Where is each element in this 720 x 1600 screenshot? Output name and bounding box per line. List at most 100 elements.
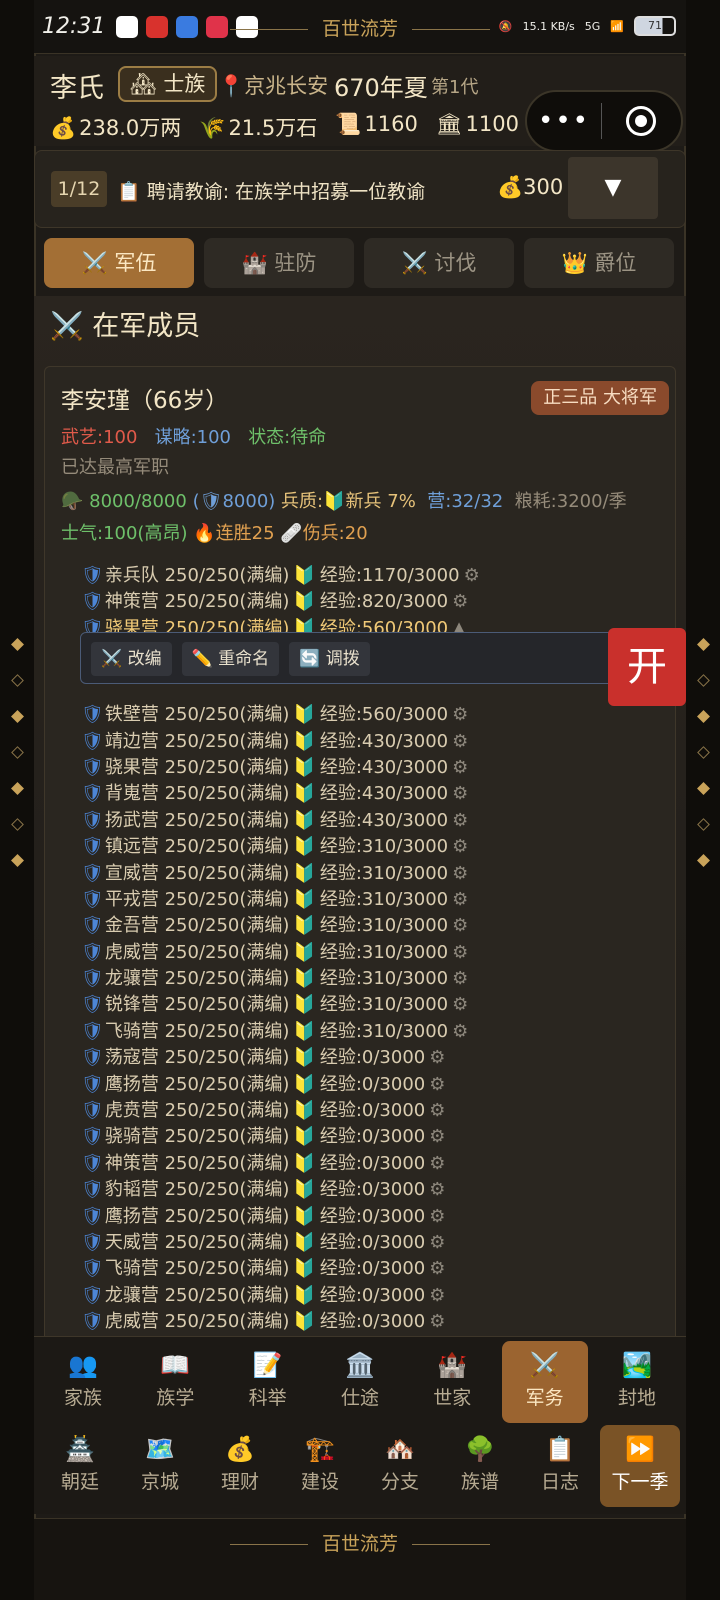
task-banner[interactable]: 1/12 📋 聘请教谕: 在族学中招募一位教谕 💰300 ▼ (34, 150, 686, 228)
nav-item[interactable]: 🏞️ 封地 (594, 1341, 680, 1423)
camp-row[interactable]: 🛡神策营 250/250(满编) 🔰 经验:0/3000 ⚙ (81, 1151, 480, 1177)
status-stat: 状态:待命 (248, 427, 327, 448)
rookie-icon: 🔰 (293, 1047, 316, 1069)
gear-icon[interactable]: ⚙ (429, 1258, 445, 1279)
gear-icon[interactable]: ⚙ (452, 591, 468, 612)
camp-exp: 经验:430/3000 (319, 783, 449, 805)
camp-row[interactable]: 🛡神策营 250/250(满编) 🔰 经验:820/3000 ⚙ (81, 589, 480, 615)
gear-icon[interactable]: ⚙ (452, 783, 468, 804)
camp-row[interactable]: 🛡镇远营 250/250(满编) 🔰 经验:310/3000 ⚙ (81, 834, 480, 860)
float-open-button[interactable]: 开 (608, 628, 686, 706)
camp-name: 锐锋营 (104, 994, 159, 1016)
gear-icon[interactable]: ⚙ (429, 1206, 445, 1227)
close-button[interactable] (626, 106, 656, 136)
nav-item[interactable]: 🏘️ 分支 (360, 1425, 440, 1507)
shield-icon: 🛡 (81, 756, 104, 778)
gear-icon[interactable]: ⚙ (429, 1232, 445, 1253)
gear-icon[interactable]: ⚙ (429, 1126, 445, 1147)
gear-icon[interactable]: ⚙ (464, 565, 480, 586)
tab-nobility[interactable]: 👑 爵位 (524, 238, 674, 288)
bandage-icon: 🩹 (280, 523, 303, 544)
camp-row[interactable]: 🛡虎威营 250/250(满编) 🔰 经验:0/3000 ⚙ (81, 1309, 480, 1335)
camp-row[interactable]: 🛡虎威营 250/250(满编) 🔰 经验:310/3000 ⚙ (81, 940, 480, 966)
camp-row[interactable]: 🛡龙骧营 250/250(满编) 🔰 经验:0/3000 ⚙ (81, 1283, 480, 1309)
camp-row[interactable]: 🛡锐锋营 250/250(满编) 🔰 经验:310/3000 ⚙ (81, 992, 480, 1018)
gear-icon[interactable]: ⚙ (452, 915, 468, 936)
camp-exp: 经验:0/3000 (319, 1047, 426, 1069)
rank-badge[interactable]: 🏘 士族 (118, 66, 218, 102)
camp-row[interactable]: 🛡金吾营 250/250(满编) 🔰 经验:310/3000 ⚙ (81, 913, 480, 939)
gear-icon[interactable]: ⚙ (452, 810, 468, 831)
camp-row[interactable]: 🛡宣威营 250/250(满编) 🔰 经验:310/3000 ⚙ (81, 861, 480, 887)
camp-row[interactable]: 🛡龙骧营 250/250(满编) 🔰 经验:310/3000 ⚙ (81, 966, 480, 992)
gear-icon[interactable]: ⚙ (429, 1311, 445, 1332)
camp-size: 250/250(满编) (164, 1152, 290, 1174)
gear-icon[interactable]: ⚙ (429, 1285, 445, 1306)
camp-row[interactable]: 🛡骁骑营 250/250(满编) 🔰 经验:0/3000 ⚙ (81, 1124, 480, 1150)
tab-campaign[interactable]: ⚔️ 讨伐 (364, 238, 514, 288)
gear-icon[interactable]: ⚙ (452, 704, 468, 725)
camp-size: 250/250(满编) (164, 1179, 290, 1201)
bottom-nav: 👥 家族 📖 族学 📝 科举 🏛️ 仕途 🏰 世家 ⚔️ 军务 🏞️ 封地 🏯 朝廷 🗺️ 京城 💰 理财 🏗️ 建设 🏘… (34, 1336, 686, 1514)
rename-button[interactable]: ✏️ 重命名 (181, 642, 280, 676)
camp-row[interactable]: 🛡铁壁营 250/250(满编) 🔰 经验:560/3000 ⚙ (81, 702, 480, 728)
camp-row[interactable]: 🛡平戎营 250/250(满编) 🔰 经验:310/3000 ⚙ (81, 887, 480, 913)
camp-row[interactable]: 🛡荡寇营 250/250(满编) 🔰 经验:0/3000 ⚙ (81, 1045, 480, 1071)
camp-size: 250/250(满编) (164, 888, 290, 910)
tab-army[interactable]: ⚔️ 军伍 (44, 238, 194, 288)
gear-icon[interactable]: ⚙ (452, 994, 468, 1015)
gear-icon[interactable]: ⚙ (452, 942, 468, 963)
gear-icon[interactable]: ⚙ (452, 889, 468, 910)
gear-icon[interactable]: ⚙ (452, 757, 468, 778)
camp-row[interactable]: 🛡鹰扬营 250/250(满编) 🔰 经验:0/3000 ⚙ (81, 1204, 480, 1230)
more-button[interactable]: ••• (527, 106, 601, 136)
nav-item[interactable]: 💰 理财 (200, 1425, 280, 1507)
nav-item[interactable]: ⚔️ 军务 (501, 1341, 588, 1423)
camp-row[interactable]: 🛡鹰扬营 250/250(满编) 🔰 经验:0/3000 ⚙ (81, 1072, 480, 1098)
camp-row[interactable]: 🛡豹韬营 250/250(满编) 🔰 经验:0/3000 ⚙ (81, 1177, 480, 1203)
shield-icon: 🛡 (81, 915, 104, 937)
camp-exp: 经验:0/3000 (319, 1152, 426, 1174)
nav-item[interactable]: 📋 日志 (520, 1425, 600, 1507)
gear-icon[interactable]: ⚙ (429, 1074, 445, 1095)
camp-row[interactable]: 🛡飞骑营 250/250(满编) 🔰 经验:0/3000 ⚙ (81, 1256, 480, 1282)
rookie-icon: 🔰 (293, 994, 316, 1016)
gear-icon[interactable]: ⚙ (429, 1100, 445, 1121)
nav-item[interactable]: 🌳 族谱 (440, 1425, 520, 1507)
nav-item[interactable]: 🏗️ 建设 (280, 1425, 360, 1507)
task-description: 📋 聘请教谕: 在族学中招募一位教谕 (117, 181, 426, 203)
nav-item[interactable]: 👥 家族 (40, 1341, 126, 1423)
camp-row[interactable]: 🛡亲兵队 250/250(满编) 🔰 经验:1170/3000 ⚙ (81, 563, 480, 589)
nav-icon: ⏩ (625, 1435, 655, 1463)
gear-icon[interactable]: ⚙ (429, 1047, 445, 1068)
task-expand-button[interactable]: ▼ (568, 157, 658, 219)
gear-icon[interactable]: ⚙ (429, 1153, 445, 1174)
nav-item[interactable]: 🏯 朝廷 (40, 1425, 120, 1507)
camp-row[interactable]: 🛡飞骑营 250/250(满编) 🔰 经验:310/3000 ⚙ (81, 1019, 480, 1045)
nav-item[interactable]: 🏛️ 仕途 (317, 1341, 403, 1423)
camp-exp: 经验:310/3000 (319, 888, 449, 910)
camp-row[interactable]: 🛡虎贲营 250/250(满编) 🔰 经验:0/3000 ⚙ (81, 1098, 480, 1124)
camp-row[interactable]: 🛡天威营 250/250(满编) 🔰 经验:0/3000 ⚙ (81, 1230, 480, 1256)
camp-size: 250/250(满编) (164, 1284, 290, 1306)
camp-row[interactable]: 🛡扬武营 250/250(满编) 🔰 经验:430/3000 ⚙ (81, 808, 480, 834)
camp-row[interactable]: 🛡靖边营 250/250(满编) 🔰 经验:430/3000 ⚙ (81, 729, 480, 755)
gear-icon[interactable]: ⚙ (452, 836, 468, 857)
gear-icon[interactable]: ⚙ (452, 863, 468, 884)
camp-row[interactable]: 🛡骁果营 250/250(满编) 🔰 经验:430/3000 ⚙ (81, 755, 480, 781)
gear-icon[interactable]: ⚙ (452, 1021, 468, 1042)
members-section: ⚔️ 在军成员 李安瑾（66岁） 正三品 大将军 武艺:100 谋略:100 状… (34, 296, 686, 1336)
gear-icon[interactable]: ⚙ (429, 1179, 445, 1200)
nav-item[interactable]: 📝 科举 (225, 1341, 311, 1423)
transfer-button[interactable]: 🔄 调拨 (289, 642, 370, 676)
nav-item[interactable]: 🗺️ 京城 (120, 1425, 200, 1507)
gear-icon[interactable]: ⚙ (452, 968, 468, 989)
nav-item[interactable]: 🏰 世家 (409, 1341, 495, 1423)
camp-row[interactable]: 🛡背嵬营 250/250(满编) 🔰 经验:430/3000 ⚙ (81, 781, 480, 807)
gear-icon[interactable]: ⚙ (452, 731, 468, 752)
rookie-icon: 🔰 (293, 809, 316, 831)
tab-garrison[interactable]: 🏰 驻防 (204, 238, 354, 288)
reorganize-button[interactable]: ⚔️ 改编 (91, 642, 172, 676)
nav-item[interactable]: 📖 族学 (132, 1341, 218, 1423)
nav-item[interactable]: ⏩ 下一季 (600, 1425, 680, 1507)
